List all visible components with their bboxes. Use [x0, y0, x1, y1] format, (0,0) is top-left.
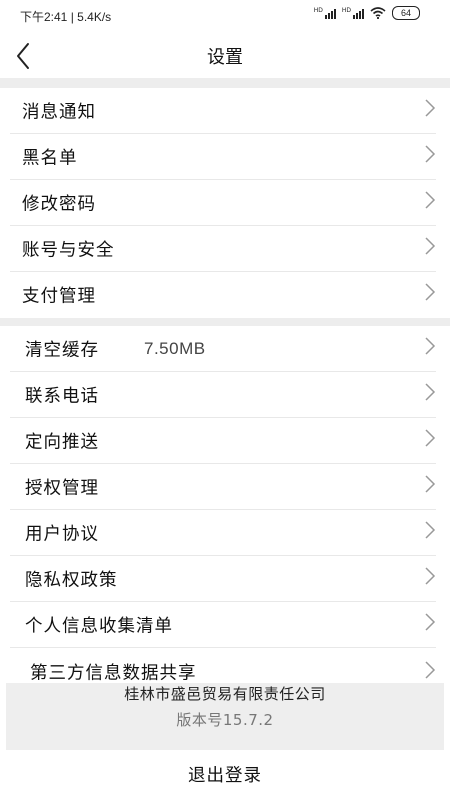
settings-item-clear-cache[interactable]: 清空缓存 7.50MB — [0, 326, 450, 372]
settings-item-privacy-policy[interactable]: 隐私权政策 — [0, 556, 450, 602]
status-left: 下午2:41 | 5.4K/s — [20, 8, 111, 25]
settings-item-authorization-management[interactable]: 授权管理 — [0, 464, 450, 510]
settings-item-message-notifications[interactable]: 消息通知 — [0, 88, 450, 134]
settings-item-label: 清空缓存 — [25, 340, 99, 361]
signal-hd-icon: HD — [342, 7, 364, 19]
settings-item-label: 个人信息收集清单 — [25, 616, 173, 637]
settings-item-account-security[interactable]: 账号与安全 — [0, 226, 450, 272]
settings-section-general: 清空缓存 7.50MB 联系电话 定向推送 授权管理 用户协议 隐私权政策 个人… — [0, 326, 450, 686]
settings-item-label: 黑名单 — [22, 148, 78, 169]
chevron-right-icon — [425, 383, 436, 401]
chevron-right-icon — [425, 567, 436, 585]
settings-item-blacklist[interactable]: 黑名单 — [0, 134, 450, 180]
settings-item-payment-management[interactable]: 支付管理 — [0, 272, 450, 318]
chevron-right-icon — [425, 191, 436, 209]
wifi-icon — [370, 7, 386, 19]
signal-hd-icon: HD — [314, 7, 336, 19]
settings-item-label: 消息通知 — [22, 102, 96, 123]
chevron-right-icon — [425, 613, 436, 631]
chevron-right-icon — [425, 475, 436, 493]
settings-item-third-party-data-sharing[interactable]: 第三方信息数据共享 — [0, 648, 450, 686]
settings-item-contact-phone[interactable]: 联系电话 — [0, 372, 450, 418]
signal-hd-label: HD — [341, 7, 351, 14]
settings-item-change-password[interactable]: 修改密码 — [0, 180, 450, 226]
status-bar: 下午2:41 | 5.4K/s HD HD 64 — [0, 0, 450, 32]
nav-bar: 设置 — [0, 32, 450, 78]
section-separator — [0, 78, 450, 88]
status-network-speed: 5.4K/s — [77, 10, 112, 24]
chevron-right-icon — [425, 283, 436, 301]
chevron-right-icon — [425, 337, 436, 355]
chevron-right-icon — [425, 429, 436, 447]
page-title: 设置 — [207, 47, 243, 68]
chevron-right-icon — [425, 521, 436, 539]
settings-item-targeted-push[interactable]: 定向推送 — [0, 418, 450, 464]
signal-hd-label: HD — [313, 7, 323, 14]
settings-item-label: 定向推送 — [25, 432, 99, 453]
settings-section-account: 消息通知 黑名单 修改密码 账号与安全 支付管理 — [0, 88, 450, 318]
company-name: 桂林市盛邑贸易有限责任公司 — [124, 685, 326, 703]
logout-button[interactable]: 退出登录 — [0, 762, 450, 787]
chevron-right-icon — [425, 237, 436, 255]
settings-item-label: 用户协议 — [25, 524, 99, 545]
settings-item-label: 联系电话 — [25, 386, 99, 407]
footer-info: 桂林市盛邑贸易有限责任公司 版本号15.7.2 — [6, 683, 444, 750]
settings-item-label: 账号与安全 — [22, 240, 115, 261]
settings-item-label: 支付管理 — [22, 286, 96, 307]
settings-item-label: 隐私权政策 — [25, 570, 118, 591]
settings-item-label: 修改密码 — [22, 194, 96, 215]
cache-size-value: 7.50MB — [144, 339, 206, 358]
chevron-right-icon — [425, 145, 436, 163]
settings-item-personal-info-list[interactable]: 个人信息收集清单 — [0, 602, 450, 648]
chevron-right-icon — [425, 99, 436, 117]
settings-item-label: 授权管理 — [25, 478, 99, 499]
version-label: 版本号15.7.2 — [176, 711, 274, 729]
battery-icon: 64 — [392, 6, 420, 20]
status-right: HD HD 64 — [314, 6, 420, 20]
settings-screen: 下午2:41 | 5.4K/s HD HD 64 设置 消息通知 黑名单 修改密… — [0, 0, 450, 800]
settings-item-label: 第三方信息数据共享 — [30, 663, 197, 684]
status-time: 下午2:41 — [20, 10, 68, 24]
section-separator — [0, 318, 450, 326]
chevron-right-icon — [425, 661, 436, 679]
settings-item-user-agreement[interactable]: 用户协议 — [0, 510, 450, 556]
